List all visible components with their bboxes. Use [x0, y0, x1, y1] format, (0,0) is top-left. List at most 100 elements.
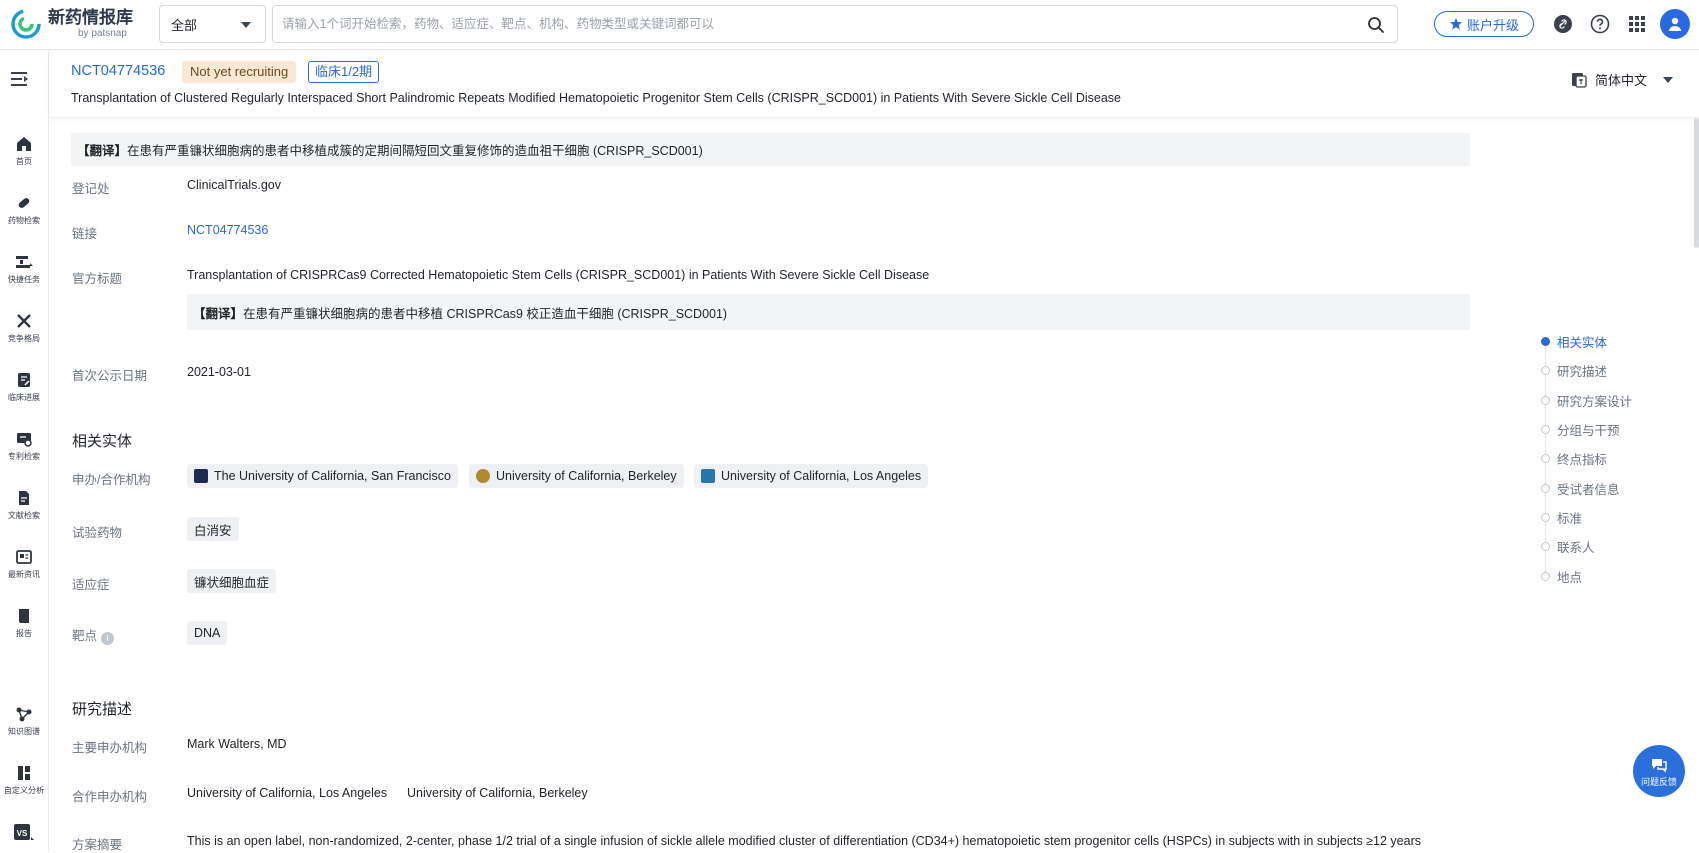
apps-grid-icon[interactable]: [1627, 14, 1647, 34]
toc-dot: [1541, 483, 1550, 493]
indication-tag[interactable]: 镰状细胞血症: [187, 569, 277, 593]
sidebar-item-clinical[interactable]: 临床进展: [0, 371, 48, 421]
sidebar-item-report[interactable]: 报告: [0, 607, 48, 657]
collaborator-value-2: University of California, Berkeley: [407, 786, 588, 800]
sidebar-item-label: 最新资讯: [7, 569, 41, 579]
phase-badge: 临床1/2期: [308, 61, 380, 83]
drug-label: 试验药物: [72, 526, 123, 540]
translation-prefix: 【翻译】: [193, 306, 244, 321]
menu-collapse-icon[interactable]: [9, 69, 31, 89]
upgrade-account-button[interactable]: 账户升级: [1434, 11, 1534, 37]
toc-item-subject-info[interactable]: 受试者信息: [1541, 478, 1620, 498]
sidebar-item-label: 首页: [15, 156, 33, 166]
toc-item-label: 终点指标: [1557, 452, 1608, 467]
sponsor-tag[interactable]: University of California, Los Angeles: [694, 464, 929, 488]
toc-item-label: 联系人: [1557, 540, 1595, 555]
logo-icon: [11, 9, 41, 39]
pill-icon: [18, 198, 30, 208]
official-title-translation-box: 【翻译】 在患有严重镰状细胞病的患者中移植 CRISPRCas9 校正造血干细胞…: [187, 294, 1470, 330]
task-icon: [16, 256, 33, 268]
chat-bubble-icon: [1652, 759, 1667, 773]
sponsor-tag[interactable]: The University of California, San Franci…: [187, 464, 458, 488]
berkeley-seal-icon: [476, 469, 490, 483]
main-content: 【翻译】 在患有严重镰状细胞病的患者中移植成簇的定期间隔短回文重复修饰的造血祖干…: [49, 119, 1470, 852]
sidebar-item-home[interactable]: 首页: [0, 135, 48, 185]
toc-item-study-description[interactable]: 研究描述: [1541, 360, 1607, 380]
sidebar-item-literature[interactable]: 文献检索: [0, 489, 48, 539]
sidebar-item-label: 自定义分析: [3, 785, 45, 795]
target-tag[interactable]: DNA: [187, 621, 228, 645]
search-scope-value: 全部: [171, 17, 198, 33]
info-icon[interactable]: i: [101, 632, 115, 645]
ucsf-logo-icon: [194, 469, 208, 483]
top-bar: 新药情报库 by patsnap 全部 账户升级: [0, 0, 1699, 50]
registry-link[interactable]: NCT04774536: [187, 223, 268, 237]
sidebar-item-drug-search[interactable]: 药物检索: [0, 194, 48, 244]
logo-subtitle: by patsnap: [78, 28, 127, 39]
toc-dot: [1541, 453, 1550, 463]
graph-icon: [16, 707, 32, 722]
toc-item-criteria[interactable]: 标准: [1541, 507, 1582, 527]
help-icon[interactable]: [1590, 14, 1610, 34]
swords-icon: [17, 314, 31, 328]
sidebar-item-label: 药物检索: [7, 215, 41, 225]
toc-item-contacts[interactable]: 联系人: [1541, 536, 1595, 556]
toc-dot: [1541, 395, 1550, 405]
compare-icon: VS: [14, 824, 34, 840]
sidebar-item-compare[interactable]: VS: [0, 823, 48, 851]
toc-item-study-design[interactable]: 研究方案设计: [1541, 390, 1632, 410]
patent-icon: [17, 433, 32, 447]
sidebar-item-label: 文献检索: [7, 510, 41, 520]
page-scrollbar[interactable]: [1694, 118, 1699, 248]
sidebar-item-news[interactable]: 最新资讯: [0, 548, 48, 598]
feedback-label: 问题反馈: [1640, 777, 1677, 787]
user-avatar[interactable]: [1660, 9, 1690, 39]
sponsor-tag[interactable]: University of California, Berkeley: [469, 464, 684, 488]
language-select[interactable]: 简体中文: [1571, 70, 1674, 89]
search-input[interactable]: [273, 6, 1343, 42]
compare-icon-text: VS: [17, 829, 28, 838]
title-translation: 在患有严重镰状细胞病的患者中移植成簇的定期间隔短回文重复修饰的造血祖干细胞 (C…: [127, 144, 703, 158]
toc-item-label: 研究描述: [1557, 364, 1608, 379]
sidebar-item-knowledge-graph[interactable]: 知识图谱: [0, 705, 48, 755]
toc-item-arms-interventions[interactable]: 分组与干预: [1541, 419, 1620, 439]
report-icon: [19, 609, 29, 623]
sponsor-label: 申办/合作机构: [72, 473, 151, 487]
app-logo[interactable]: 新药情报库 by patsnap: [10, 8, 133, 40]
first-posted-label: 首次公示日期: [72, 369, 148, 383]
toc-item-related-entities[interactable]: 相关实体: [1541, 331, 1607, 351]
sidebar-item-quick-tasks[interactable]: 快捷任务: [0, 253, 48, 303]
toc-item-locations[interactable]: 地点: [1541, 566, 1582, 586]
link-icon[interactable]: [1553, 14, 1573, 34]
sidebar: 首页 药物检索 快捷任务 竞争格局 临床进展 专利检索 文献检索 最新资讯 报告…: [0, 51, 49, 851]
indication-name: 镰状细胞血症: [194, 575, 270, 590]
ucla-logo-icon: [701, 469, 715, 483]
search-icon[interactable]: [1367, 16, 1385, 34]
summary-label: 方案摘要: [72, 838, 123, 852]
star-badge-icon: [1449, 18, 1462, 30]
sidebar-item-custom-analysis[interactable]: 自定义分析: [0, 764, 48, 814]
dashboard-icon: [18, 766, 30, 780]
sidebar-item-competition[interactable]: 竞争格局: [0, 312, 48, 362]
collaborator-label: 合作申办机构: [72, 790, 148, 804]
sidebar-item-label: 知识图谱: [7, 726, 41, 736]
sidebar-item-patent[interactable]: 专利检索: [0, 430, 48, 480]
toc-item-label: 标准: [1557, 511, 1583, 526]
sidebar-item-label: 报告: [15, 628, 33, 638]
feedback-button[interactable]: 问题反馈: [1633, 745, 1685, 797]
trial-title: Transplantation of Clustered Regularly I…: [71, 91, 1122, 105]
section-study-description: 研究描述: [72, 701, 133, 718]
trial-header: NCT04774536 Not yet recruiting 临床1/2期 Tr…: [49, 51, 1699, 118]
search-scope-select[interactable]: 全部: [159, 5, 266, 43]
title-translation-box: 【翻译】 在患有严重镰状细胞病的患者中移植成簇的定期间隔短回文重复修饰的造血祖干…: [71, 133, 1470, 166]
trial-id-link[interactable]: NCT04774536: [71, 63, 165, 79]
toc-item-endpoints[interactable]: 终点指标: [1541, 448, 1607, 468]
sponsor-name: University of California, Berkeley: [496, 469, 677, 483]
clinical-icon: [18, 373, 30, 387]
drug-tag[interactable]: 白消安: [187, 517, 239, 541]
toc-item-label: 分组与干预: [1557, 423, 1620, 438]
toc-item-label: 受试者信息: [1557, 482, 1620, 497]
indication-label: 适应症: [72, 578, 110, 592]
target-name: DNA: [194, 626, 221, 640]
translate-icon: [1572, 72, 1587, 88]
